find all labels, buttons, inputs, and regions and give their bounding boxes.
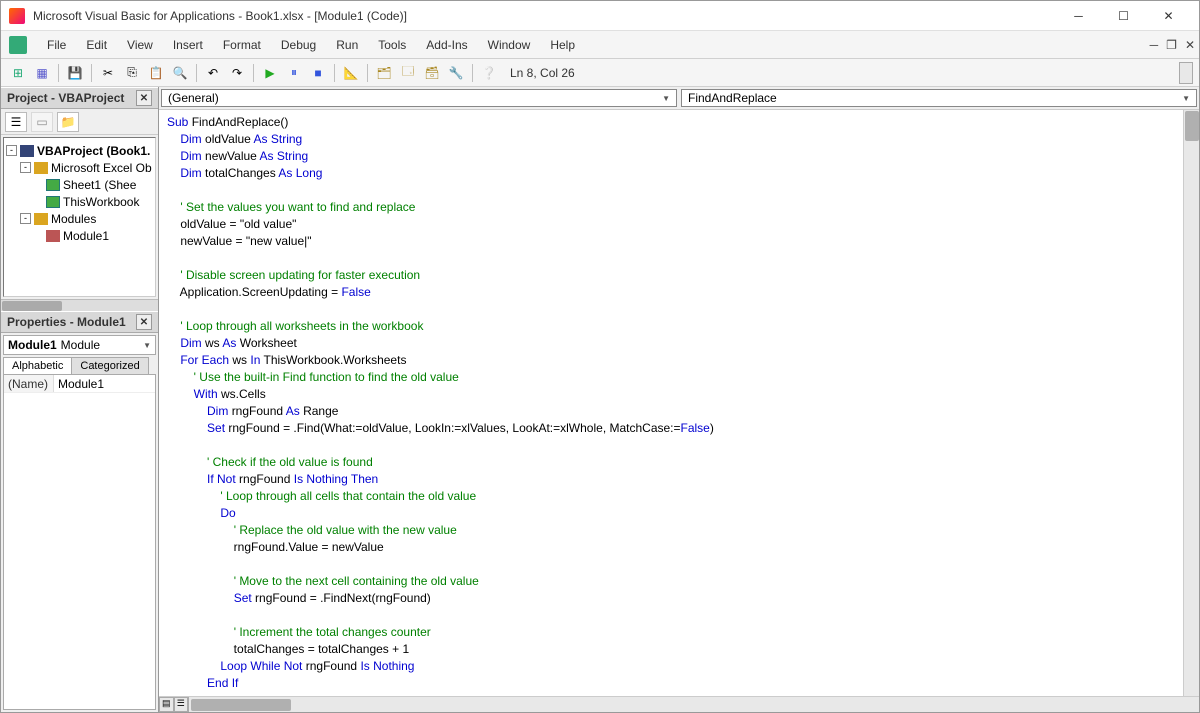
horizontal-scrollbar[interactable] [191,699,291,711]
tree-sheet1[interactable]: Sheet1 (Shee [63,178,136,192]
property-name-key: (Name) [4,375,54,392]
toolbox-button[interactable]: 🔧 [445,62,467,84]
workbook-icon [46,196,60,208]
menu-view[interactable]: View [117,34,163,56]
object-combobox[interactable]: (General) ▼ [161,89,677,107]
find-button[interactable]: 🔍 [169,62,191,84]
help-button[interactable]: ❔ [478,62,500,84]
undo-button[interactable]: ↶ [202,62,224,84]
menu-tools[interactable]: Tools [368,34,416,56]
project-panel-toolbar: ☰ ▭ 📁 [1,109,158,135]
properties-panel-header: Properties - Module1 ✕ [1,311,158,333]
window-title: Microsoft Visual Basic for Applications … [33,9,1056,23]
expander-icon[interactable]: - [6,145,17,156]
tree-module1[interactable]: Module1 [63,229,109,243]
properties-window-button[interactable]: 🗔 [397,62,419,84]
menu-debug[interactable]: Debug [271,34,326,56]
tab-categorized[interactable]: Categorized [71,357,148,374]
copy-button[interactable]: ⎘ [121,62,143,84]
tree-excel-objects[interactable]: Microsoft Excel Ob [51,161,152,175]
save-button[interactable]: 💾 [64,62,86,84]
properties-object-selector[interactable]: Module1 Module ▼ [3,335,156,355]
tab-alphabetic[interactable]: Alphabetic [3,357,72,374]
menu-window[interactable]: Window [478,34,541,56]
tree-modules-folder[interactable]: Modules [51,212,96,226]
menu-addins[interactable]: Add-Ins [416,34,477,56]
menu-run[interactable]: Run [326,34,368,56]
toggle-folders-button[interactable]: 📁 [57,112,79,132]
property-row: (Name) Module1 [4,375,155,393]
chevron-down-icon: ▼ [143,341,151,350]
worksheet-icon [46,179,60,191]
project-panel-header: Project - VBAProject ✕ [1,87,158,109]
project-tree[interactable]: - VBAProject (Book1. - Microsoft Excel O… [3,137,156,297]
property-name-value[interactable]: Module1 [54,375,155,392]
menu-edit[interactable]: Edit [76,34,117,56]
tree-thisworkbook[interactable]: ThisWorkbook [63,195,139,209]
folder-icon [34,162,48,174]
object-browser-button[interactable]: 🗃 [421,62,443,84]
maximize-button[interactable]: ☐ [1101,2,1146,30]
vba-icon [9,36,27,54]
module-view-button[interactable]: ☰ [174,697,189,712]
menu-help[interactable]: Help [540,34,585,56]
paste-button[interactable]: 📋 [145,62,167,84]
procedure-combobox[interactable]: FindAndReplace ▼ [681,89,1197,107]
view-object-button[interactable]: ▭ [31,112,53,132]
mdi-close-icon[interactable]: ✕ [1185,38,1195,52]
module-icon [46,230,60,242]
toolbar: ⊞ ▦ 💾 ✂ ⎘ 📋 🔍 ↶ ↷ ▶ ⏸ ■ 📐 🗂 🗔 🗃 🔧 ❔ Ln 8… [1,59,1199,87]
properties-panel-close-button[interactable]: ✕ [136,314,152,330]
expander-icon[interactable]: - [20,162,31,173]
cursor-location: Ln 8, Col 26 [510,66,1177,80]
vertical-scrollbar[interactable] [1183,110,1199,696]
project-explorer-button[interactable]: 🗂 [373,62,395,84]
expander-icon[interactable]: - [20,213,31,224]
properties-grid[interactable]: (Name) Module1 [3,374,156,710]
properties-panel-title: Properties - Module1 [7,315,126,329]
menu-format[interactable]: Format [213,34,271,56]
design-mode-button[interactable]: 📐 [340,62,362,84]
titlebar: Microsoft Visual Basic for Applications … [1,1,1199,31]
chevron-down-icon: ▼ [662,94,670,103]
menu-insert[interactable]: Insert [163,34,213,56]
reset-button[interactable]: ■ [307,62,329,84]
close-button[interactable]: ✕ [1146,2,1191,30]
view-excel-button[interactable]: ⊞ [7,62,29,84]
view-code-button[interactable]: ☰ [5,112,27,132]
menu-file[interactable]: File [37,34,76,56]
insert-userform-button[interactable]: ▦ [31,62,53,84]
cut-button[interactable]: ✂ [97,62,119,84]
app-icon [9,8,25,24]
code-editor[interactable]: Sub FindAndReplace() Dim oldValue As Str… [159,110,1183,696]
redo-button[interactable]: ↷ [226,62,248,84]
project-panel-close-button[interactable]: ✕ [136,90,152,106]
mdi-minimize-icon[interactable]: ─ [1150,38,1159,52]
chevron-down-icon: ▼ [1182,94,1190,103]
location-splitter[interactable] [1179,62,1193,84]
mdi-restore-icon[interactable]: ❐ [1166,38,1177,52]
procedure-view-button[interactable]: ▤ [159,697,174,712]
menubar: File Edit View Insert Format Debug Run T… [1,31,1199,59]
folder-icon [34,213,48,225]
minimize-button[interactable]: ─ [1056,2,1101,30]
project-icon [20,145,34,157]
project-panel-title: Project - VBAProject [7,91,124,105]
break-button[interactable]: ⏸ [283,62,305,84]
run-button[interactable]: ▶ [259,62,281,84]
tree-project-root[interactable]: VBAProject (Book1. [37,144,150,158]
project-tree-hscrollbar[interactable] [1,299,158,311]
